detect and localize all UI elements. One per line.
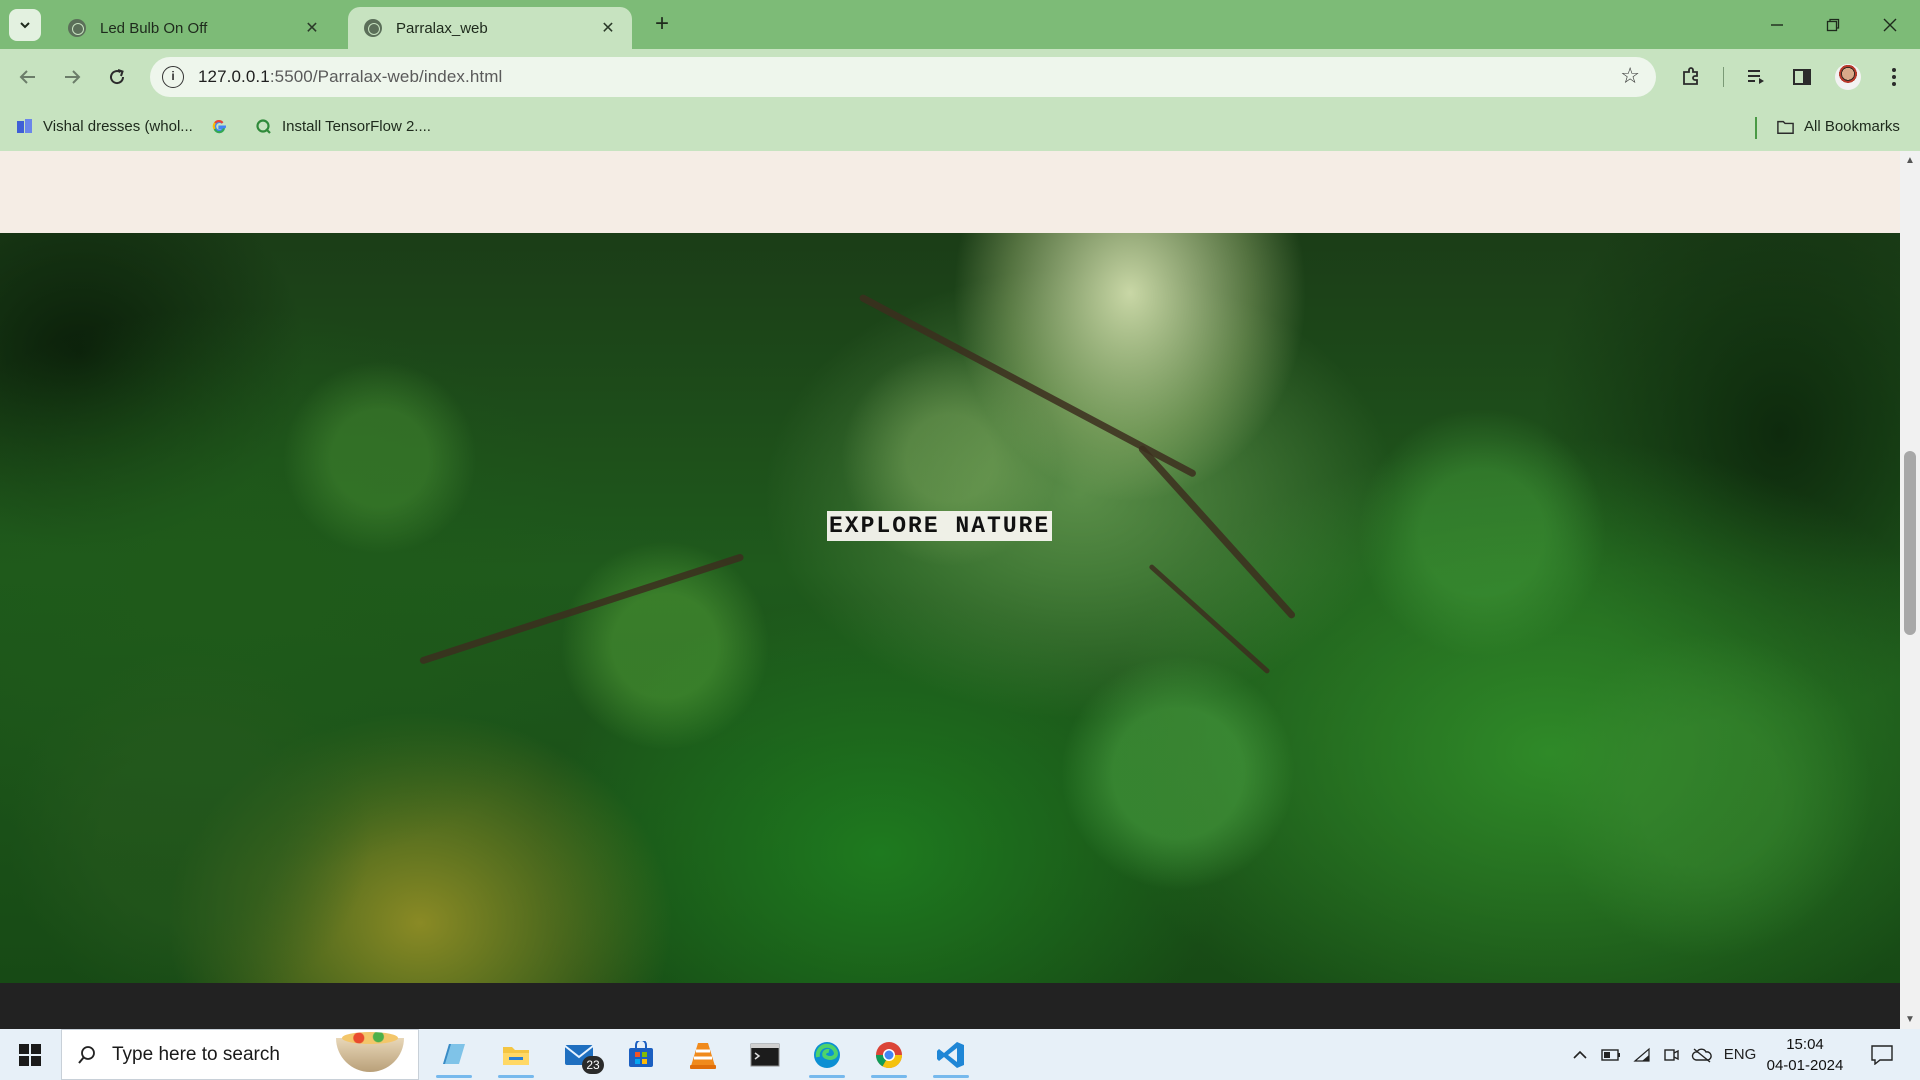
forest-hero-image: EXPLORE NATURE [0,233,1900,983]
bookmark-install-tensorflow[interactable]: Install TensorFlow 2.... [255,118,431,135]
bookmark-label: Install TensorFlow 2.... [282,118,431,135]
arrow-right-icon [65,70,81,84]
restore-icon [1826,18,1840,31]
tab-search-button[interactable] [9,9,41,41]
taskbar-vscode[interactable] [923,1029,979,1080]
meet-camera-icon[interactable] [1658,1029,1684,1080]
taskbar-edge[interactable] [799,1029,855,1080]
new-tab-button[interactable]: + [650,12,674,36]
folder-icon [503,1046,529,1065]
close-icon [1883,18,1897,31]
side-panel-icon[interactable] [1788,63,1816,91]
dark-section [0,983,1900,1029]
back-button[interactable] [12,61,44,93]
clock-date: 04-01-2024 [1766,1057,1844,1074]
minimize-button[interactable] [1749,0,1805,49]
globe-icon [68,19,86,37]
taskbar-file-explorer[interactable] [488,1029,544,1080]
close-icon[interactable]: ✕ [598,18,618,38]
running-indicator [809,1075,845,1078]
running-indicator [498,1075,534,1078]
windows-logo-icon [19,1043,41,1066]
url-path: :5500/Parralax-web/index.html [269,67,503,86]
taskbar-vlc[interactable] [675,1029,731,1080]
taskbar-notes-app[interactable] [426,1029,482,1080]
taskbar-store[interactable] [613,1029,669,1080]
store-icon [629,1040,653,1067]
site-info-icon[interactable]: i [162,66,184,88]
tab-title: Parralax_web [396,19,488,37]
wifi-icon[interactable] [1629,1029,1655,1080]
bookmark-vishal-dresses[interactable]: Vishal dresses (whol... [16,118,193,135]
folder-icon [1777,118,1794,135]
toolbar-separator [1723,67,1724,87]
profile-avatar[interactable] [1835,64,1861,90]
web-page: EXPLORE NATURE [0,151,1900,1029]
food-bowl-icon [336,1032,404,1072]
hero-title: EXPLORE NATURE [827,511,1053,541]
scroll-down-icon[interactable]: ▼ [1905,1014,1915,1025]
clock-time: 15:04 [1786,1036,1824,1053]
tray-overflow-icon[interactable] [1567,1029,1593,1080]
close-window-button[interactable] [1862,0,1918,49]
bookmarks-bar: Vishal dresses (whol... Install TensorFl… [0,104,1920,151]
taskbar-search[interactable]: Type here to search [61,1029,419,1080]
running-indicator [871,1075,907,1078]
browser-toolbar: i 127.0.0.1:5500/Parralax-web/index.html… [0,49,1920,104]
page-scrollbar[interactable]: ▲ ▼ [1900,151,1920,1029]
battery-icon[interactable] [1598,1029,1624,1080]
vlc-cone-icon [690,1042,716,1069]
puzzle-app-icon [16,118,33,135]
address-url[interactable]: 127.0.0.1:5500/Parralax-web/index.html [198,67,502,87]
notifications-icon[interactable] [1864,1029,1900,1080]
taskbar-mail[interactable]: 23 [551,1029,607,1080]
vscode-icon [937,1041,964,1068]
reload-button[interactable] [101,61,133,93]
search-q-icon [255,118,272,135]
arrow-left-icon [19,70,35,84]
taskbar-clock[interactable]: 15:04 04-01-2024 [1760,1034,1850,1076]
edge-icon [814,1041,840,1068]
running-indicator [933,1075,969,1078]
tab-parralax-web[interactable]: Parralax_web ✕ [348,7,632,49]
notes-app-icon [443,1043,465,1064]
search-icon [76,1044,98,1066]
chrome-icon [875,1041,903,1068]
chevron-down-icon [20,22,30,29]
scrollbar-thumb[interactable] [1904,451,1916,635]
url-host: 127.0.0.1 [198,67,270,86]
search-placeholder: Type here to search [112,1043,280,1065]
start-button[interactable] [0,1029,60,1080]
tab-strip: Led Bulb On Off ✕ Parralax_web ✕ + [0,0,1920,49]
bookmarks-separator [1755,117,1757,139]
all-bookmarks-label: All Bookmarks [1804,118,1900,135]
terminal-icon [750,1043,780,1066]
restore-button[interactable] [1805,0,1861,49]
google-icon [211,118,228,135]
bookmark-label: Vishal dresses (whol... [43,118,193,135]
all-bookmarks-button[interactable]: All Bookmarks [1777,118,1900,135]
language-indicator[interactable]: ENG [1722,1029,1758,1080]
bookmark-star-icon[interactable]: ☆ [1620,65,1640,87]
reload-icon [110,69,125,85]
address-bar[interactable]: i 127.0.0.1:5500/Parralax-web/index.html… [150,57,1656,97]
bookmark-google[interactable] [211,118,238,135]
extensions-icon[interactable] [1677,63,1705,91]
forward-button[interactable] [56,61,88,93]
scroll-up-icon[interactable]: ▲ [1905,155,1915,166]
taskbar-chrome[interactable] [861,1029,917,1080]
tab-led-bulb[interactable]: Led Bulb On Off ✕ [52,7,336,49]
media-queue-icon[interactable] [1742,63,1770,91]
running-indicator [436,1075,472,1078]
globe-icon [364,19,382,37]
onedrive-offline-icon[interactable] [1688,1029,1716,1080]
mail-count-badge: 23 [582,1056,604,1074]
windows-taskbar: Type here to search 23 ENG 15:04 04-01-2… [0,1029,1920,1080]
taskbar-terminal[interactable] [737,1029,793,1080]
minimize-icon [1771,23,1783,26]
tab-title: Led Bulb On Off [100,19,208,37]
close-icon[interactable]: ✕ [302,18,322,38]
kebab-menu-icon[interactable] [1880,63,1908,91]
